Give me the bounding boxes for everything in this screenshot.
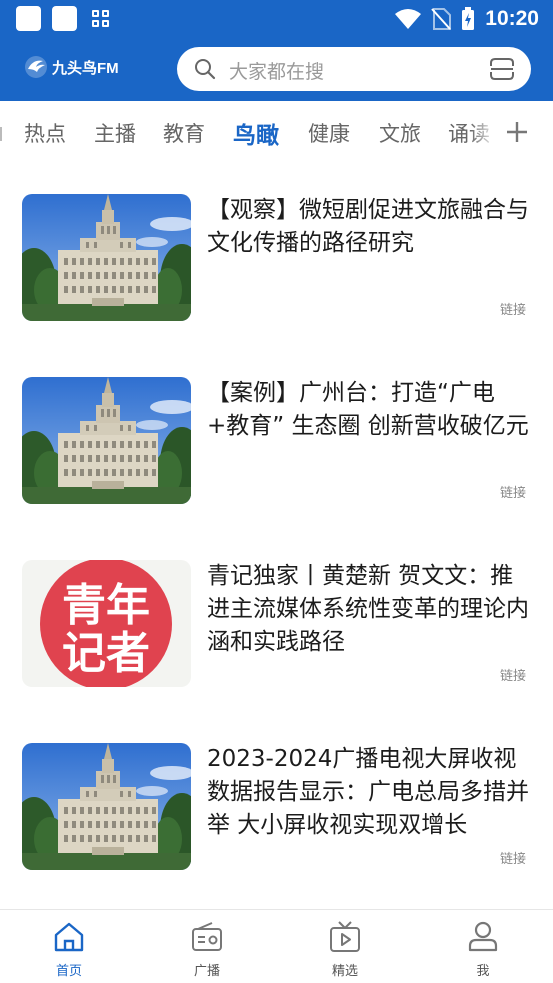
scan-icon[interactable] — [489, 57, 515, 81]
logo-text-line2: 记者 — [62, 628, 150, 679]
article-link-label[interactable]: 链接 — [500, 299, 526, 318]
notification-square-icon — [16, 6, 41, 31]
list-item[interactable]: 青年 记者 青记独家丨黄楚新 贺文文：推进主流媒体系统性变革的理论内涵和实践路径… — [0, 560, 553, 710]
tab-hot[interactable]: 热点 — [24, 118, 66, 148]
category-tabs: 热点 主播 教育 鸟瞰 健康 文旅 诵读 — [0, 101, 553, 163]
no-sim-icon — [431, 8, 452, 30]
home-icon — [54, 922, 84, 952]
tab-fade — [470, 101, 504, 163]
app-header: 九头鸟FM 大家都在搜 — [0, 38, 553, 101]
nav-label: 精选 — [331, 964, 358, 979]
nav-me[interactable]: 我 — [443, 910, 523, 983]
article-title: 青记独家丨黄楚新 贺文文：推进主流媒体系统性变革的理论内涵和实践路径 — [207, 563, 529, 655]
tab-education[interactable]: 教育 — [163, 118, 205, 148]
tab-scroll-edge — [0, 127, 4, 141]
tab-anchor[interactable]: 主播 — [94, 118, 136, 148]
tab-culture-travel[interactable]: 文旅 — [379, 118, 421, 148]
battery-charging-icon — [462, 7, 475, 30]
nav-label: 首页 — [55, 964, 82, 979]
app-logo[interactable]: 九头鸟FM — [24, 55, 119, 79]
article-thumbnail — [22, 194, 191, 321]
article-link-label[interactable]: 链接 — [500, 482, 526, 501]
notification-square-icon — [52, 6, 77, 31]
app-name: 九头鸟FM — [52, 59, 119, 77]
app-grid-icon — [92, 10, 110, 28]
list-item[interactable]: 2023-2024广播电视大屏收视数据报告显示：广电总局多措并举 大小屏收视实现… — [0, 743, 553, 893]
article-title: 2023-2024广播电视大屏收视数据报告显示：广电总局多措并举 大小屏收视实现… — [207, 746, 529, 838]
search-input[interactable]: 大家都在搜 — [229, 57, 324, 84]
logo-text-line1: 青年 — [62, 580, 150, 631]
status-right: 10:20 — [395, 5, 539, 33]
article-title: 【案例】广州台：打造“广电+教育” 生态圈 创新营收破亿元 — [207, 380, 529, 439]
article-title: 【观察】微短剧促进文旅融合与文化传播的路径研究 — [207, 197, 529, 256]
bottom-navigation: 首页 广播 精选 我 — [0, 909, 553, 983]
app-logo-icon — [25, 56, 47, 78]
article-link-label[interactable]: 链接 — [500, 848, 526, 867]
status-bar: 10:20 — [0, 0, 553, 38]
nav-home[interactable]: 首页 — [29, 910, 109, 983]
clock: 10:20 — [485, 7, 539, 30]
tab-overview[interactable]: 鸟瞰 — [233, 116, 279, 150]
search-icon — [195, 59, 216, 80]
list-item[interactable]: 【观察】微短剧促进文旅融合与文化传播的路径研究 链接 — [0, 194, 553, 344]
tab-health[interactable]: 健康 — [308, 118, 350, 148]
tv-play-icon — [330, 921, 360, 952]
user-icon — [468, 921, 498, 952]
article-link-label[interactable]: 链接 — [500, 665, 526, 684]
radio-icon — [192, 922, 222, 951]
article-thumbnail — [22, 743, 191, 870]
nav-radio[interactable]: 广播 — [167, 910, 247, 983]
article-thumbnail — [22, 377, 191, 504]
plus-icon[interactable] — [504, 119, 530, 145]
wifi-icon — [395, 9, 422, 29]
nav-featured[interactable]: 精选 — [305, 910, 385, 983]
nav-label: 广播 — [193, 964, 220, 979]
search-bar[interactable]: 大家都在搜 — [177, 47, 531, 91]
nav-label: 我 — [476, 964, 490, 979]
list-item[interactable]: 【案例】广州台：打造“广电+教育” 生态圈 创新营收破亿元 链接 — [0, 377, 553, 527]
qingnian-jizhe-logo: 青年 记者 — [22, 560, 191, 687]
